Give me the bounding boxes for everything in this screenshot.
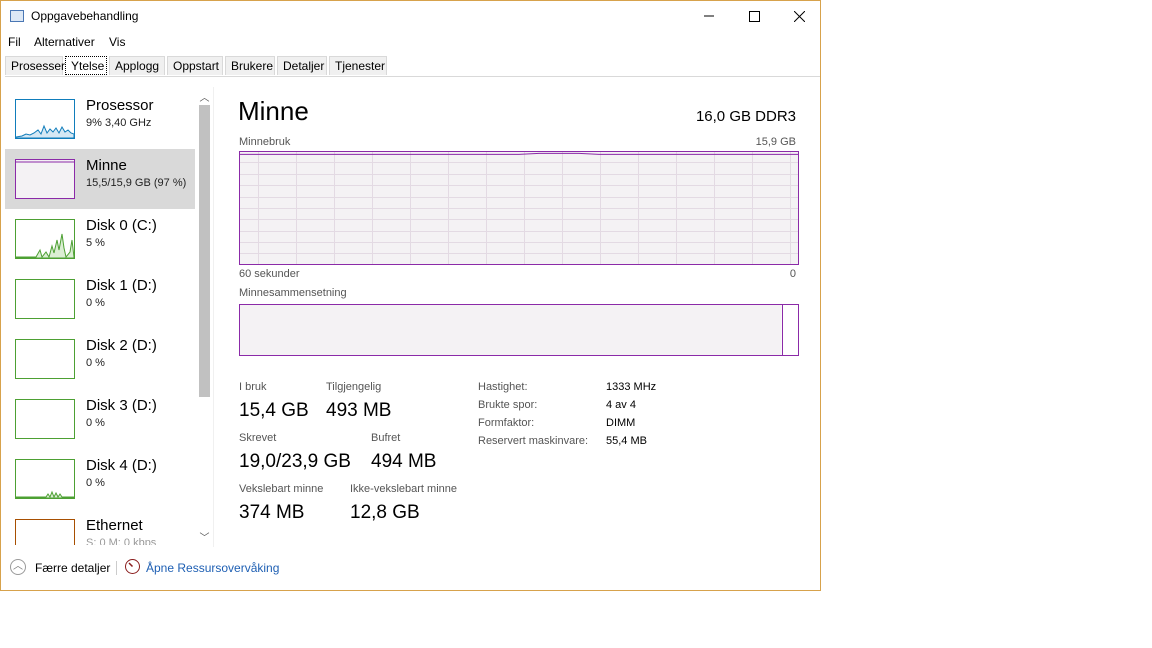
- close-icon: [793, 10, 805, 22]
- sidebar-item-processor[interactable]: Prosessor 9% 3,40 GHz: [5, 89, 195, 149]
- task-manager-window: Oppgavebehandling Fil Alternativer Vis P…: [0, 0, 821, 591]
- stat-in-use-label: I bruk: [239, 381, 267, 393]
- tab-startup[interactable]: Oppstart: [167, 56, 223, 75]
- footer-bar: ︿ Færre detaljer Åpne Ressursovervåking: [1, 556, 820, 586]
- prop-speed-value: 1333 MHz: [606, 381, 657, 393]
- memory-spec: 16,0 GB DDR3: [695, 108, 796, 125]
- usage-chart-label: Minnebruk: [239, 136, 291, 148]
- disk-graph-icon: [15, 339, 75, 379]
- time-axis-label: 60 sekunder: [239, 268, 300, 280]
- sidebar-item-name: Disk 3 (D:): [86, 397, 157, 414]
- sidebar-item-disk-0[interactable]: Disk 0 (C:) 5 %: [5, 209, 195, 269]
- page-title: Minne: [238, 96, 309, 126]
- sidebar-item-ethernet[interactable]: Ethernet S: 0 M: 0 kbps: [5, 509, 195, 545]
- prop-form-factor-label: Formfaktor:: [478, 417, 535, 429]
- tab-details[interactable]: Detaljer: [277, 56, 327, 75]
- prop-reserved-value: 55,4 MB: [606, 435, 647, 447]
- memory-composition-graph: [239, 304, 799, 356]
- sidebar-item-disk-4[interactable]: Disk 4 (D:) 0 %: [5, 449, 195, 509]
- panel-divider: [213, 87, 214, 547]
- task-manager-app-icon: [10, 10, 24, 22]
- stat-available-value: 493 MB: [326, 400, 392, 421]
- performance-sidebar: Prosessor 9% 3,40 GHz Minne 15,5/15,9 GB…: [5, 87, 213, 545]
- stat-committed-label: Skrevet: [239, 432, 277, 444]
- footer-divider: [116, 561, 117, 575]
- stat-nonpaged-pool-value: 12,8 GB: [350, 502, 420, 523]
- close-button[interactable]: [776, 1, 822, 31]
- sidebar-item-sub: 0 %: [86, 357, 105, 369]
- chevron-up-icon[interactable]: ︿: [10, 559, 26, 575]
- tab-strip: Prosesser Ytelse Applogg Oppstart Bruker…: [5, 56, 820, 77]
- memory-usage-chart: [239, 151, 799, 265]
- sidebar-item-sub: 0 %: [86, 297, 105, 309]
- sidebar-item-sub: S: 0 M: 0 kbps: [86, 537, 157, 545]
- sidebar-item-name: Disk 4 (D:): [86, 457, 157, 474]
- minimize-button[interactable]: [686, 1, 732, 31]
- maximize-icon: [748, 10, 760, 22]
- memory-composition-bar: [239, 304, 799, 356]
- sidebar-item-name: Prosessor: [86, 97, 154, 114]
- fewer-details-button[interactable]: Færre detaljer: [35, 561, 110, 575]
- network-graph-icon: [15, 519, 75, 545]
- tab-users[interactable]: Brukere: [225, 56, 275, 75]
- sidebar-item-sub: 0 %: [86, 477, 105, 489]
- prop-slots-value: 4 av 4: [606, 399, 636, 411]
- composition-label: Minnesammensetning: [239, 287, 347, 299]
- composition-in-use: [239, 304, 782, 356]
- title-bar: Oppgavebehandling: [1, 1, 820, 32]
- sidebar-item-name: Ethernet: [86, 517, 143, 534]
- sidebar-item-disk-1[interactable]: Disk 1 (D:) 0 %: [5, 269, 195, 329]
- tab-services[interactable]: Tjenester: [329, 56, 387, 75]
- disk-graph-icon: [15, 459, 75, 499]
- scroll-thumb[interactable]: [199, 105, 210, 397]
- sidebar-item-name: Disk 0 (C:): [86, 217, 157, 234]
- stat-paged-pool-label: Vekslebart minne: [239, 483, 324, 495]
- menu-file[interactable]: Fil: [8, 35, 21, 49]
- disk-graph-icon: [15, 279, 75, 319]
- stat-nonpaged-pool-label: Ikke-vekslebart minne: [350, 483, 457, 495]
- scroll-down-icon[interactable]: ﹀: [197, 529, 212, 544]
- time-axis-end: 0: [789, 268, 796, 280]
- disk-graph-icon: [15, 219, 75, 259]
- stat-committed-value: 19,0/23,9 GB: [239, 451, 351, 472]
- sidebar-item-sub: 5 %: [86, 237, 105, 249]
- sidebar-item-memory[interactable]: Minne 15,5/15,9 GB (97 %): [5, 149, 195, 209]
- stat-available-label: Tilgjengelig: [326, 381, 382, 393]
- prop-form-factor-value: DIMM: [606, 417, 636, 429]
- window-title: Oppgavebehandling: [31, 9, 139, 23]
- sidebar-scrollbar[interactable]: ︿ ﹀: [197, 89, 212, 544]
- memory-usage-graph: [239, 151, 799, 265]
- usage-chart-max: 15,9 GB: [755, 136, 796, 148]
- maximize-button[interactable]: [731, 1, 777, 31]
- minimize-icon: [704, 15, 714, 17]
- sidebar-item-sub: 0 %: [86, 417, 105, 429]
- menu-options[interactable]: Alternativer: [34, 35, 95, 49]
- sidebar-item-sub: 15,5/15,9 GB (97 %): [86, 177, 187, 189]
- sidebar-item-disk-3[interactable]: Disk 3 (D:) 0 %: [5, 389, 195, 449]
- sidebar-item-sub: 9% 3,40 GHz: [86, 117, 152, 129]
- memory-graph-icon: [15, 159, 75, 199]
- tab-processes[interactable]: Prosesser: [5, 56, 65, 75]
- sidebar-item-disk-2[interactable]: Disk 2 (D:) 0 %: [5, 329, 195, 389]
- stat-in-use-value: 15,4 GB: [239, 400, 309, 421]
- stat-paged-pool-value: 374 MB: [239, 502, 305, 523]
- sidebar-item-name: Disk 2 (D:): [86, 337, 157, 354]
- cpu-graph-icon: [15, 99, 75, 139]
- resource-monitor-icon[interactable]: [125, 559, 140, 574]
- sidebar-item-name: Minne: [86, 157, 127, 174]
- open-resource-monitor-link[interactable]: Åpne Ressursovervåking: [146, 561, 279, 575]
- scroll-up-icon[interactable]: ︿: [197, 89, 212, 104]
- tab-app-history[interactable]: Applogg: [109, 56, 165, 75]
- tab-performance[interactable]: Ytelse: [65, 56, 107, 75]
- menu-view[interactable]: Vis: [109, 35, 125, 49]
- stat-cached-value: 494 MB: [371, 451, 437, 472]
- sidebar-item-name: Disk 1 (D:): [86, 277, 157, 294]
- disk-graph-icon: [15, 399, 75, 439]
- prop-reserved-label: Reservert maskinvare:: [478, 435, 589, 447]
- prop-speed-label: Hastighet:: [478, 381, 528, 393]
- prop-slots-label: Brukte spor:: [478, 399, 538, 411]
- stat-cached-label: Bufret: [371, 432, 401, 444]
